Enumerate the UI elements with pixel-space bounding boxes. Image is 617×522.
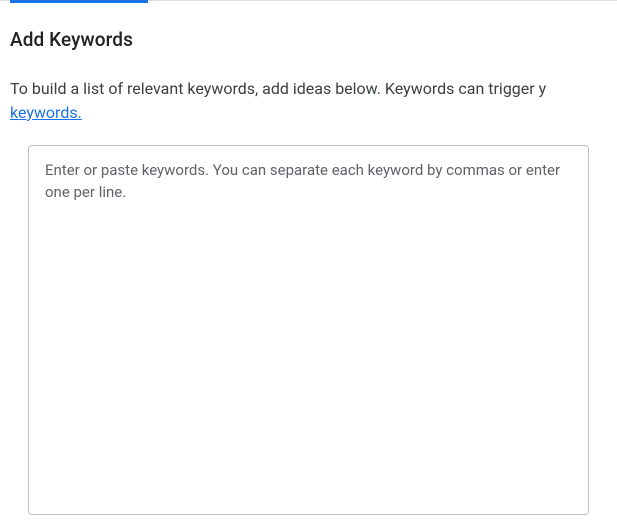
description-text: To build a list of relevant keywords, ad…: [10, 77, 607, 125]
keywords-textarea-wrap: [28, 145, 589, 519]
keywords-link[interactable]: keywords.: [10, 103, 82, 122]
page-title: Add Keywords: [10, 28, 607, 51]
active-tab-indicator: [10, 0, 148, 3]
keywords-input[interactable]: [28, 145, 589, 515]
main-content: Add Keywords To build a list of relevant…: [0, 0, 617, 519]
description-prefix: To build a list of relevant keywords, ad…: [10, 79, 546, 98]
